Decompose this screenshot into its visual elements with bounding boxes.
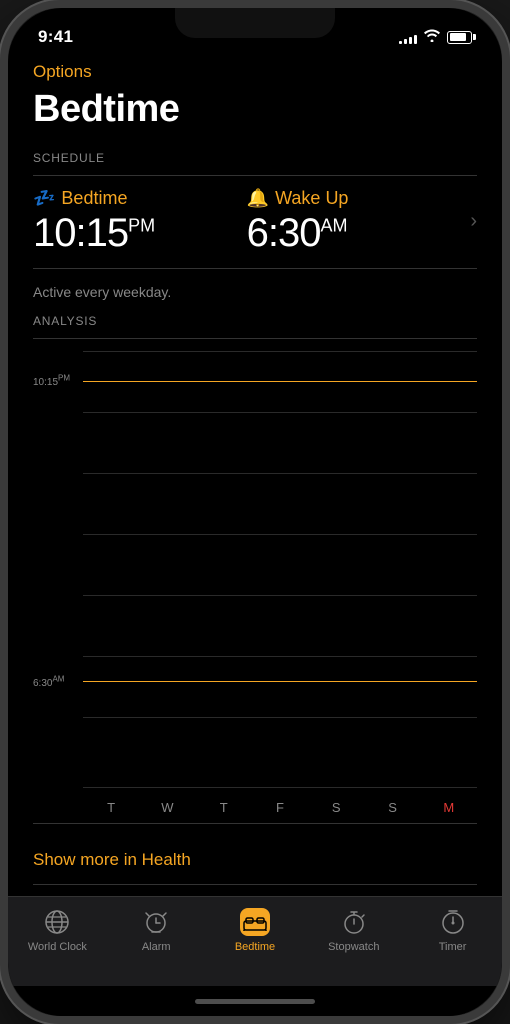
home-bar xyxy=(195,999,315,1004)
day-F: F xyxy=(270,800,290,815)
tab-timer[interactable]: Timer xyxy=(403,907,502,953)
bedtime-tab-label: Bedtime xyxy=(235,941,275,953)
main-content: Options Bedtime SCHEDULE 💤 Bedtime 10:15… xyxy=(8,52,502,896)
analysis-section-label: ANALYSIS xyxy=(33,314,477,328)
bedtime-chart-line: 10:15PM xyxy=(33,372,477,390)
wakeup-label: Wake Up xyxy=(275,188,348,209)
day-S1: S xyxy=(326,800,346,815)
day-T1: T xyxy=(101,800,121,815)
schedule-row: 💤 Bedtime 10:15PM 🔔 Wake Up 6:30AM xyxy=(33,188,477,256)
wakeup-chart-label: 6:30AM xyxy=(33,678,64,689)
alarm-label: Alarm xyxy=(142,941,171,953)
battery-icon xyxy=(447,31,472,44)
timer-icon xyxy=(438,907,468,937)
status-bar: 9:41 xyxy=(8,8,502,52)
signal-bars-icon xyxy=(399,31,417,44)
bedtime-label: Bedtime xyxy=(61,188,127,209)
options-link[interactable]: Options xyxy=(33,62,477,82)
status-icons xyxy=(399,29,472,45)
active-divider xyxy=(33,268,477,269)
analysis-section: ANALYSIS xyxy=(33,314,477,823)
world-clock-label: World Clock xyxy=(28,941,87,953)
show-health-link[interactable]: Show more in Health xyxy=(33,836,477,884)
bedtime-item[interactable]: 💤 Bedtime 10:15PM xyxy=(33,188,247,256)
day-M: M xyxy=(439,800,459,815)
stopwatch-icon xyxy=(339,907,369,937)
bedtime-chart-label: 10:15PM xyxy=(33,377,70,388)
page-title: Bedtime xyxy=(33,88,477,131)
health-divider2 xyxy=(33,884,477,885)
schedule-section-label: SCHEDULE xyxy=(33,151,477,165)
alarm-icon xyxy=(141,907,171,937)
home-indicator xyxy=(8,986,502,1016)
bedtime-tab-icon xyxy=(240,907,270,937)
health-divider xyxy=(33,823,477,824)
phone-frame: 9:41 xyxy=(0,0,510,1024)
wakeup-icon: 🔔 xyxy=(247,188,269,209)
tab-alarm[interactable]: Alarm xyxy=(107,907,206,953)
chart-area: 10:15PM 6:30AM xyxy=(33,351,477,788)
screen: 9:41 xyxy=(8,8,502,1016)
wakeup-chart-line: 6:30AM xyxy=(33,673,477,691)
world-clock-icon xyxy=(42,907,72,937)
schedule-divider xyxy=(33,175,477,176)
schedule-chevron-icon: › xyxy=(460,210,477,233)
bedtime-time: 10:15PM xyxy=(33,211,247,256)
status-time: 9:41 xyxy=(38,27,73,47)
active-text: Active every weekday. xyxy=(33,284,477,300)
day-T2: T xyxy=(214,800,234,815)
stopwatch-label: Stopwatch xyxy=(328,941,379,953)
bedtime-icon: 💤 xyxy=(33,188,55,209)
tab-bedtime[interactable]: Bedtime xyxy=(206,907,305,953)
chart-grid xyxy=(33,351,477,788)
wakeup-item[interactable]: 🔔 Wake Up 6:30AM xyxy=(247,188,461,256)
tab-world-clock[interactable]: World Clock xyxy=(8,907,107,953)
wifi-icon xyxy=(424,29,440,45)
day-W: W xyxy=(157,800,177,815)
wakeup-time: 6:30AM xyxy=(247,211,461,256)
timer-label: Timer xyxy=(439,941,467,953)
tab-stopwatch[interactable]: Stopwatch xyxy=(304,907,403,953)
day-S2: S xyxy=(383,800,403,815)
days-row: T W T F S S M xyxy=(33,792,477,823)
tab-bar: World Clock Alarm xyxy=(8,896,502,986)
analysis-divider xyxy=(33,338,477,339)
